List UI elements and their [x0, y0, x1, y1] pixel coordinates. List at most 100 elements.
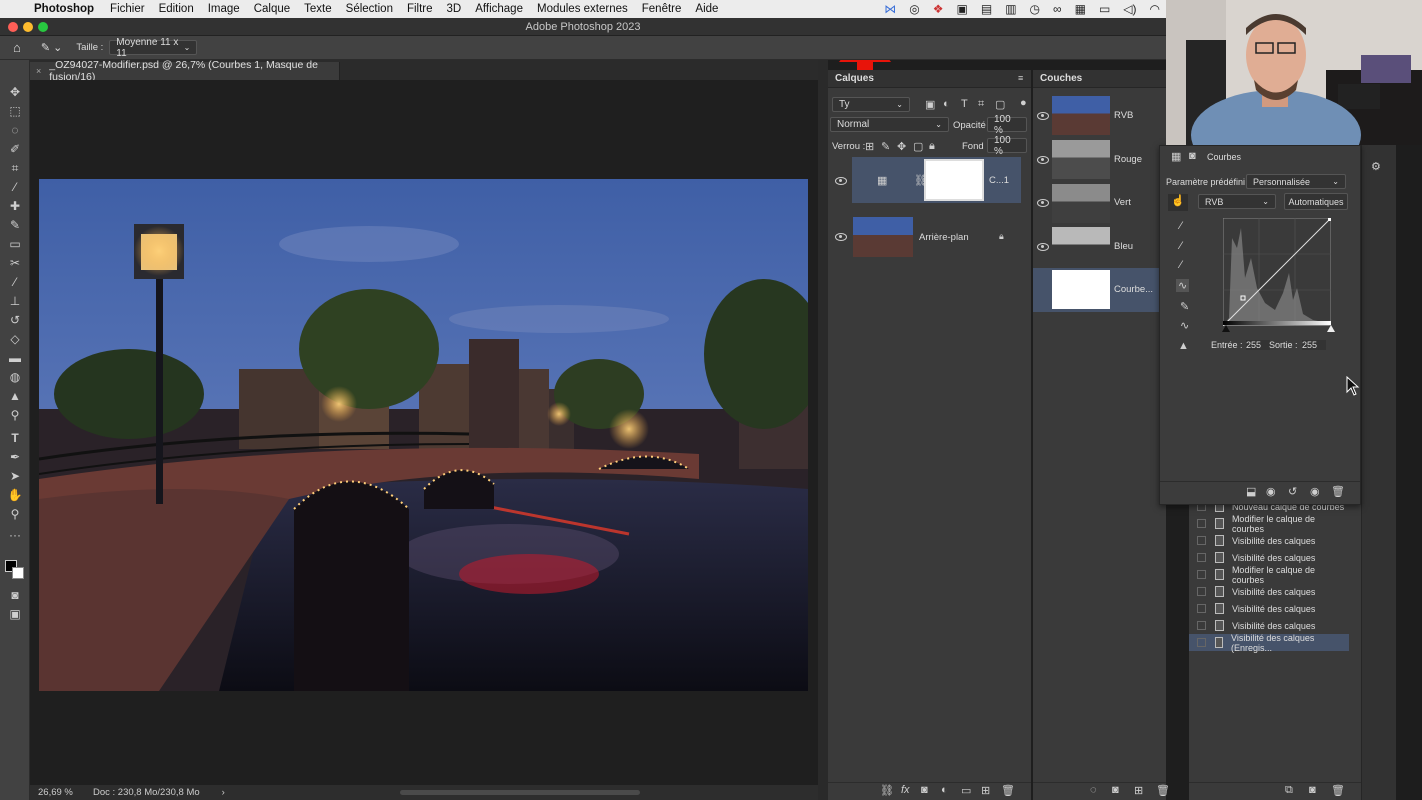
channel-thumbnail[interactable]	[1052, 96, 1110, 135]
menu-texte[interactable]: Texte	[304, 3, 332, 15]
black-slider-icon[interactable]	[1222, 325, 1230, 332]
eyedropper-tool-icon[interactable]: ⁄	[5, 179, 25, 195]
menu-edition[interactable]: Edition	[159, 3, 194, 15]
menu-fenetre[interactable]: Fenêtre	[642, 3, 682, 15]
blend-mode-dropdown[interactable]: Normal ⌄	[830, 117, 949, 132]
pencil-icon[interactable]: ✎	[1180, 300, 1189, 313]
history-checkbox[interactable]	[1197, 519, 1206, 528]
history-checkbox[interactable]	[1197, 587, 1206, 596]
dropbox-icon[interactable]: ❖	[933, 2, 944, 16]
delete-adjustment-icon[interactable]: 🗑︎	[1331, 485, 1345, 498]
time-machine-icon[interactable]: ◷	[1030, 2, 1040, 16]
add-mask-icon[interactable]: ◙	[921, 784, 928, 796]
history-item[interactable]: Visibilité des calques	[1197, 617, 1349, 634]
zoom-tool-icon[interactable]: ⚲	[5, 506, 25, 522]
menu-aide[interactable]: Aide	[695, 3, 718, 15]
output-value[interactable]: 255	[1302, 340, 1326, 350]
menu-filtre[interactable]: Filtre	[407, 3, 433, 15]
camera-icon[interactable]: ▣	[957, 2, 968, 16]
size-dropdown[interactable]: Moyenne 11 x 11 ⌄	[109, 37, 198, 59]
channel-dropdown[interactable]: RVB ⌄	[1198, 194, 1276, 209]
more-tools-icon[interactable]: ···	[5, 527, 25, 543]
quick-selection-tool-icon[interactable]: ✐	[5, 141, 25, 157]
lasso-tool-icon[interactable]: ◌	[5, 122, 25, 138]
input-value[interactable]: 255	[1246, 340, 1270, 350]
patch-tool-icon[interactable]: ▭	[5, 236, 25, 252]
layer-thumbnail[interactable]	[853, 217, 913, 257]
new-document-from-state-icon[interactable]: ⧉	[1285, 784, 1293, 797]
channel-thumbnail[interactable]	[1052, 227, 1110, 266]
binoculars-icon[interactable]: ∞	[1053, 2, 1062, 16]
lock-position-icon[interactable]: ✥	[897, 140, 906, 153]
history-item[interactable]: Modifier le calque de courbes	[1197, 514, 1349, 534]
history-checkbox[interactable]	[1197, 604, 1206, 613]
load-selection-icon[interactable]: ◌	[1090, 784, 1097, 796]
lock-artboard-icon[interactable]: ▢	[913, 140, 923, 153]
eraser-tool-icon[interactable]: ◇	[5, 331, 25, 347]
channel-thumbnail[interactable]	[1052, 270, 1110, 309]
menu-app-name[interactable]: Photoshop	[34, 3, 94, 15]
channel-thumbnail[interactable]	[1052, 140, 1110, 179]
tab-layers[interactable]: Calques	[828, 70, 1031, 88]
history-brush-tool-icon[interactable]: ↺	[5, 312, 25, 328]
menu-selection[interactable]: Sélection	[346, 3, 393, 15]
close-icon[interactable]: ×	[36, 66, 41, 76]
shape-tool-icon[interactable]: ✋	[5, 487, 25, 503]
display-icon[interactable]: ▭	[1099, 2, 1110, 16]
smooth-icon[interactable]: ∿	[1180, 319, 1189, 332]
lock-image-icon[interactable]: ✎	[881, 140, 890, 153]
snapshot-icon[interactable]: ◙	[1309, 784, 1316, 796]
spot-healing-tool-icon[interactable]: ✚	[5, 198, 25, 214]
chevron-right-icon[interactable]: ›	[222, 787, 225, 798]
new-adjustment-icon[interactable]: ◐	[941, 784, 948, 796]
layer-filter-dropdown[interactable]: Ty ⌄	[832, 97, 910, 112]
lock-transparent-icon[interactable]: ⊞	[865, 140, 874, 153]
marquee-tool-icon[interactable]: ⬚	[5, 103, 25, 119]
history-item[interactable]: Visibilité des calques	[1197, 532, 1349, 549]
eye-icon[interactable]	[835, 233, 847, 241]
canvas-photo[interactable]	[39, 179, 808, 691]
filter-toggle-icon[interactable]: ●	[1020, 97, 1027, 109]
black-point-eyedropper-icon[interactable]: ⁄	[1180, 220, 1182, 232]
layer-style-icon[interactable]: fx	[901, 784, 910, 796]
gray-point-eyedropper-icon[interactable]: ⁄	[1180, 240, 1182, 252]
creative-cloud-icon[interactable]: ◎	[909, 2, 919, 16]
filter-pixel-icon[interactable]: ▣	[925, 98, 935, 111]
eye-icon[interactable]	[1037, 112, 1049, 120]
butterfly-icon[interactable]: ⋈	[884, 2, 896, 16]
channel-name[interactable]: Bleu	[1114, 241, 1133, 252]
volume-icon[interactable]: ◁)	[1123, 2, 1136, 16]
history-checkbox[interactable]	[1197, 638, 1206, 647]
delete-state-icon[interactable]: 🗑︎	[1331, 784, 1345, 797]
curves-graph[interactable]	[1223, 218, 1331, 326]
pen-tool-icon[interactable]: ✒	[5, 449, 25, 465]
channel-name[interactable]: Rouge	[1114, 154, 1142, 165]
clone-stamp-tool-icon[interactable]: ⊥	[5, 293, 25, 309]
new-channel-icon[interactable]: ⊞	[1134, 784, 1143, 797]
quick-mask-icon[interactable]: ◙	[5, 587, 25, 603]
brush-tool-icon[interactable]: ⁄	[5, 274, 25, 290]
reset-icon[interactable]: ↺	[1288, 485, 1297, 498]
menu-modules-externes[interactable]: Modules externes	[537, 3, 628, 15]
layer-name[interactable]: C...1	[989, 175, 1009, 186]
window-icon[interactable]: ▦	[1075, 2, 1086, 16]
screen-share-icon[interactable]: ▤	[981, 2, 992, 16]
white-slider-icon[interactable]	[1327, 325, 1335, 332]
horizontal-scrollbar[interactable]	[400, 790, 640, 795]
history-checkbox[interactable]	[1197, 553, 1206, 562]
clipboard-icon[interactable]: ▥	[1005, 2, 1016, 16]
new-layer-icon[interactable]: ⊞	[981, 784, 990, 797]
clipping-warning-icon[interactable]: ▲	[1178, 340, 1189, 352]
save-selection-icon[interactable]: ◙	[1112, 784, 1119, 796]
eye-icon[interactable]	[1037, 243, 1049, 251]
type-tool-icon[interactable]: T	[5, 430, 25, 446]
link-layers-icon[interactable]: ⛓	[880, 784, 894, 797]
history-checkbox[interactable]	[1197, 536, 1206, 545]
screen-mode-icon[interactable]: ▣	[5, 606, 25, 622]
fill-field[interactable]: 100 %	[987, 135, 1027, 157]
auto-button[interactable]: Automatiques	[1284, 193, 1348, 210]
gradient-tool-icon[interactable]: ▬	[5, 350, 25, 366]
menu-image[interactable]: Image	[208, 3, 240, 15]
history-item[interactable]: Modifier le calque de courbes	[1197, 565, 1349, 585]
new-group-icon[interactable]: ▭	[961, 784, 971, 797]
